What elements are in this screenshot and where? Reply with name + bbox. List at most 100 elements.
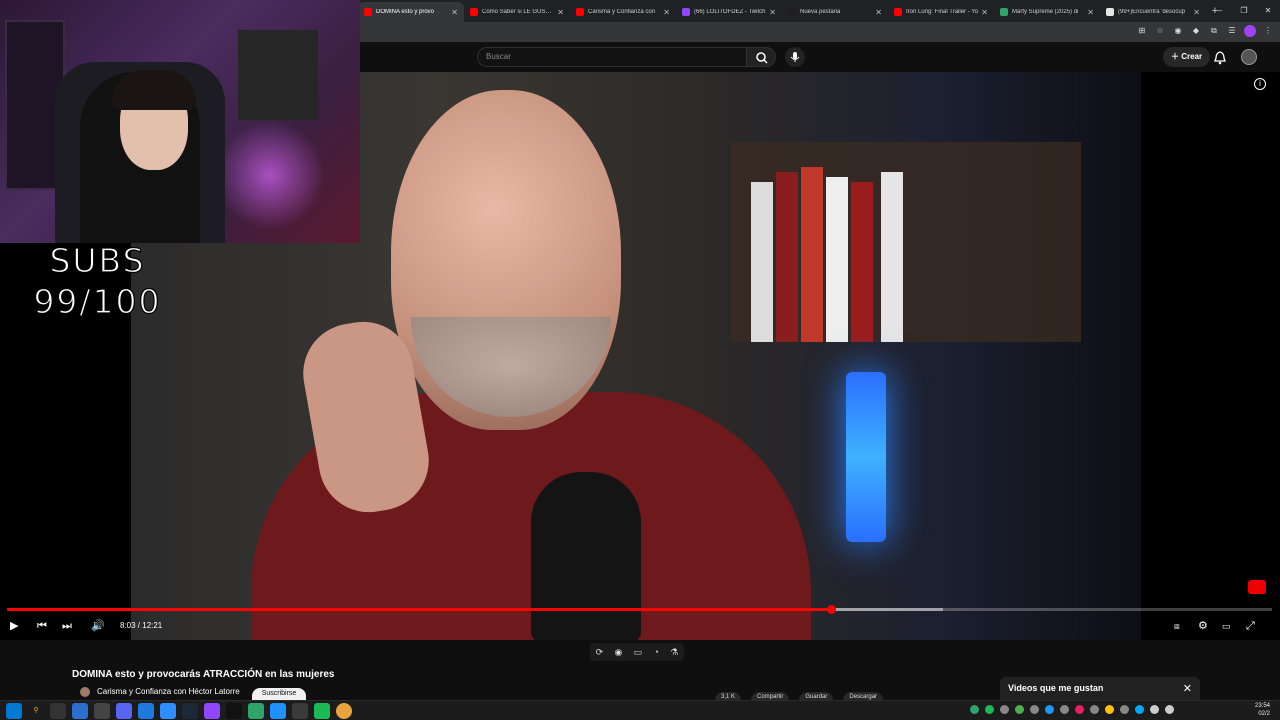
streamer-hair xyxy=(112,70,196,110)
extensions-puzzle-icon[interactable]: ⧉ xyxy=(1208,24,1220,38)
app-icon[interactable] xyxy=(72,703,88,719)
notifications-bell-icon[interactable] xyxy=(1212,50,1228,66)
app-icon[interactable] xyxy=(248,703,264,719)
channel-name[interactable]: Carisma y Confianza con Héctor Latorre xyxy=(97,687,240,696)
audio-icon[interactable]: ◉ xyxy=(615,647,623,658)
volume-tray-icon[interactable] xyxy=(1165,705,1174,714)
tray-icon[interactable] xyxy=(1000,705,1009,714)
subtitles-icon[interactable]: ⧈ xyxy=(1174,618,1180,634)
tray-icon[interactable] xyxy=(1105,705,1114,714)
app-icon[interactable] xyxy=(292,703,308,719)
minimize-button[interactable]: – xyxy=(1208,0,1232,22)
app-icon[interactable] xyxy=(116,703,132,719)
reading-list-icon[interactable]: ☰ xyxy=(1226,24,1238,38)
taskbar-clock[interactable]: 23:54 02/2 xyxy=(1255,702,1270,718)
subscribe-button[interactable]: Suscribirse xyxy=(252,688,306,700)
tab-title: Iron Lung: Final Trailer - Yo xyxy=(906,9,979,15)
settings-gear-icon[interactable]: ⚙ xyxy=(1198,618,1208,634)
tab-favicon-icon xyxy=(576,8,584,16)
loop-icon[interactable]: ⟳ xyxy=(596,647,604,658)
tray-icon[interactable] xyxy=(1030,705,1039,714)
tab-close-icon[interactable]: ✕ xyxy=(557,8,564,17)
extension-icon[interactable]: ◉ xyxy=(1172,24,1184,38)
tab-close-icon[interactable]: ✕ xyxy=(663,8,670,17)
tray-icon[interactable] xyxy=(985,705,994,714)
screen-icon[interactable]: ▭ xyxy=(634,647,643,658)
speed-icon[interactable]: ◔ xyxy=(654,647,659,657)
scrubber-handle[interactable] xyxy=(826,605,836,614)
tray-icon[interactable] xyxy=(1120,705,1129,714)
progress-bar[interactable] xyxy=(7,605,1272,614)
create-label: Crear xyxy=(1181,52,1203,61)
tray-icon[interactable] xyxy=(1090,705,1099,714)
app-icon[interactable] xyxy=(94,703,110,719)
search-input[interactable]: Buscar xyxy=(477,47,747,67)
blue-lamp xyxy=(846,372,886,542)
wifi-icon[interactable] xyxy=(1150,705,1159,714)
app-icon[interactable] xyxy=(50,703,66,719)
search-button[interactable] xyxy=(746,47,776,67)
create-button[interactable]: ＋ Crear xyxy=(1163,47,1211,67)
install-app-icon[interactable]: ⊞ xyxy=(1136,24,1148,38)
browser-tab[interactable]: Cómo Saber si LE GUSTAS ✕ xyxy=(464,2,570,22)
tab-favicon-icon xyxy=(364,8,372,16)
previous-icon[interactable]: ⏮ xyxy=(37,618,47,634)
player-controls: ▶ ⏮ ⏭ 🔊 8:03 / 12:21 ⧈ ⚙ ▭ ⤢ xyxy=(0,616,1280,636)
twitch-icon[interactable] xyxy=(204,703,220,719)
tray-icon[interactable] xyxy=(970,705,979,714)
next-icon[interactable]: ⏭ xyxy=(62,618,72,634)
podcast-microphone xyxy=(531,472,641,640)
windows-taskbar: ⚲ 23:54 02/2 xyxy=(0,700,1280,720)
browser-tab[interactable]: Marty Supreme (2025) di ✕ xyxy=(994,2,1100,22)
maximize-button[interactable]: ❐ xyxy=(1232,0,1256,22)
profile-avatar[interactable] xyxy=(1244,25,1256,37)
close-icon[interactable]: ✕ xyxy=(1183,682,1192,695)
tab-title: DOMINA esto y provo xyxy=(376,9,435,15)
tray-icon[interactable] xyxy=(1075,705,1084,714)
app-icon[interactable] xyxy=(138,703,154,719)
tab-close-icon[interactable]: ✕ xyxy=(875,8,882,17)
fullscreen-icon[interactable]: ⤢ xyxy=(1246,618,1255,634)
browser-tab[interactable]: (66) LOLITOFDEZ - Twitch ✕ xyxy=(676,2,782,22)
search-icon[interactable]: ⚲ xyxy=(28,703,44,719)
tray-icon[interactable] xyxy=(1135,705,1144,714)
info-icon[interactable]: i xyxy=(1254,78,1266,90)
purple-light xyxy=(215,120,325,230)
subs-count: 99/100 xyxy=(33,281,162,321)
tiktok-icon[interactable] xyxy=(226,703,242,719)
tab-close-icon[interactable]: ✕ xyxy=(1087,8,1094,17)
browser-tab[interactable]: (99+)Encuentra 'desocup ✕ xyxy=(1100,2,1206,22)
browser-tab[interactable]: Iron Lung: Final Trailer - Yo ✕ xyxy=(888,2,994,22)
miniplayer-icon[interactable]: ▭ xyxy=(1222,618,1231,634)
channel-avatar[interactable] xyxy=(80,687,90,697)
browser-tab[interactable]: Carisma y Confianza con ✕ xyxy=(570,2,676,22)
spotify-icon[interactable] xyxy=(314,703,330,719)
tab-close-icon[interactable]: ✕ xyxy=(1193,8,1200,17)
extension-icon[interactable]: ◆ xyxy=(1190,24,1202,38)
youtube-watermark-icon[interactable] xyxy=(1248,580,1266,594)
tab-favicon-icon xyxy=(470,8,478,16)
browser-menu-icon[interactable]: ⋮ xyxy=(1262,24,1274,38)
browser-tab[interactable]: Nueva pestaña ✕ xyxy=(782,2,888,22)
tab-close-icon[interactable]: ✕ xyxy=(981,8,988,17)
volume-icon[interactable]: 🔊 xyxy=(91,618,105,634)
app-icon[interactable] xyxy=(270,703,286,719)
app-icon[interactable] xyxy=(160,703,176,719)
tab-close-icon[interactable]: ✕ xyxy=(769,8,776,17)
tab-close-icon[interactable]: ✕ xyxy=(451,8,458,17)
close-window-button[interactable]: ✕ xyxy=(1256,0,1280,22)
steam-icon[interactable] xyxy=(182,703,198,719)
browser-tab[interactable]: DOMINA esto y provo ✕ xyxy=(358,2,464,22)
played-bar xyxy=(7,608,831,611)
start-icon[interactable] xyxy=(6,703,22,719)
bookmark-star-icon[interactable]: ☆ xyxy=(1154,24,1166,38)
chrome-icon[interactable] xyxy=(336,703,352,719)
tray-icon[interactable] xyxy=(1045,705,1054,714)
flask-icon[interactable]: ⚗ xyxy=(670,647,678,658)
account-avatar[interactable] xyxy=(1241,49,1257,65)
play-icon[interactable]: ▶ xyxy=(10,618,18,634)
video-title: DOMINA esto y provocarás ATRACCIÓN en la… xyxy=(72,669,335,680)
voice-search-button[interactable] xyxy=(785,47,805,67)
tray-icon[interactable] xyxy=(1015,705,1024,714)
tray-icon[interactable] xyxy=(1060,705,1069,714)
